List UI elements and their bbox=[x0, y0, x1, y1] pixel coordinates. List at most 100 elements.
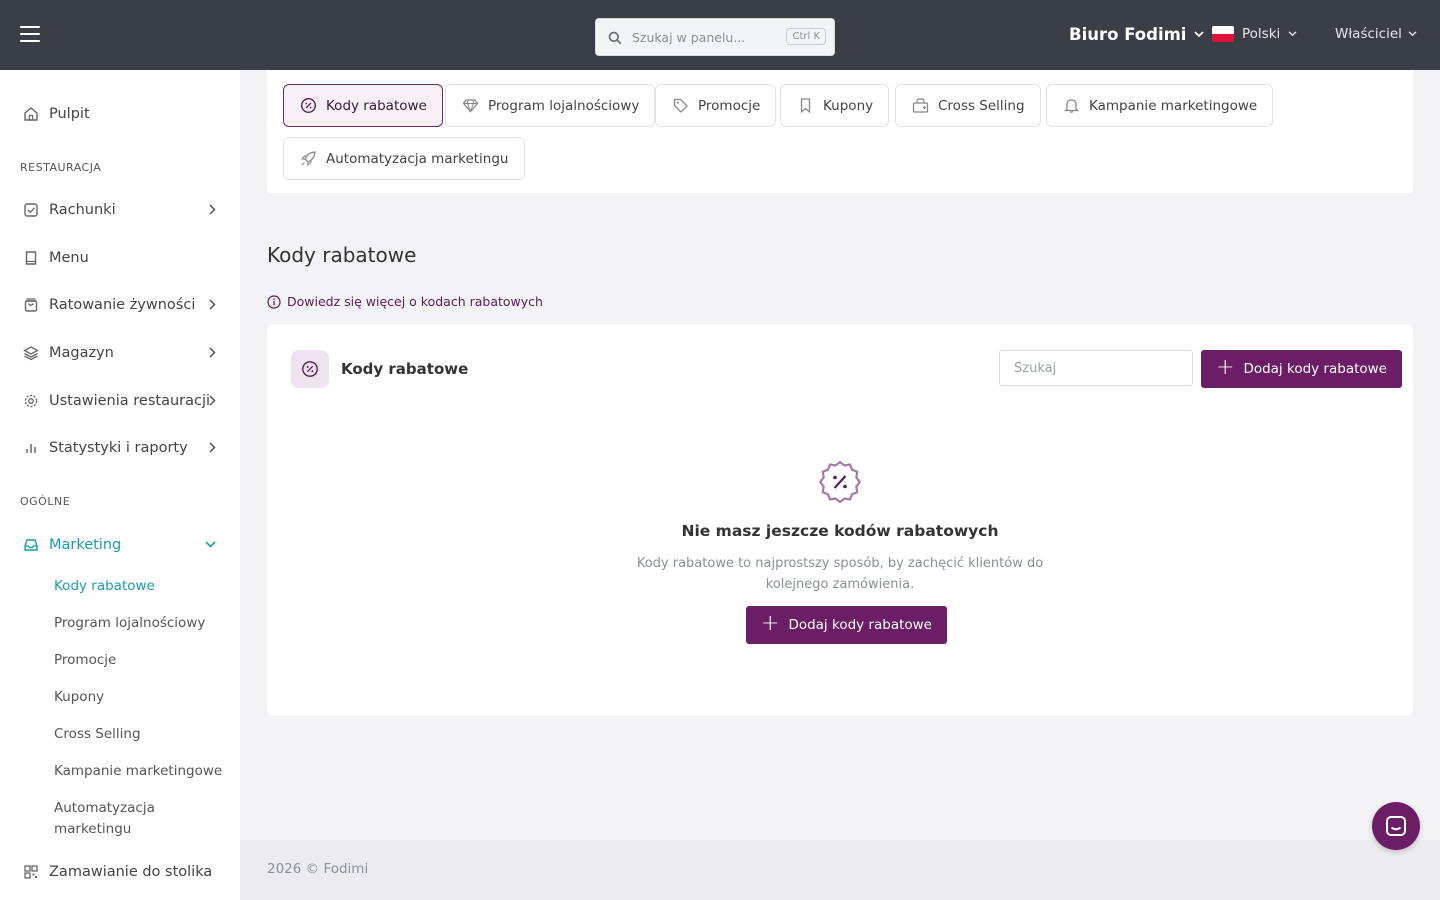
tab-promotions[interactable]: Promocje bbox=[655, 84, 777, 127]
poland-flag-icon bbox=[1212, 26, 1234, 42]
tab-label: Kupony bbox=[823, 97, 874, 114]
gear-icon bbox=[22, 392, 40, 410]
chevron-down-icon bbox=[1408, 31, 1417, 37]
tab-label: Kody rabatowe bbox=[326, 97, 427, 114]
chevron-right-icon bbox=[209, 204, 216, 215]
discount-codes-card: Kody rabatowe + Dodaj kody rabatowe Nie … bbox=[267, 325, 1413, 715]
bell-icon bbox=[1062, 97, 1080, 115]
basket-icon bbox=[911, 97, 929, 115]
plus-icon: + bbox=[1216, 355, 1235, 380]
section-restaurant: RESTAURACJA bbox=[20, 161, 102, 174]
home-icon bbox=[22, 105, 40, 123]
tab-label: Cross Selling bbox=[938, 97, 1025, 114]
tab-coupons[interactable]: Kupony bbox=[780, 84, 890, 127]
receipt-check-icon bbox=[22, 201, 40, 219]
empty-state-add-button[interactable]: + Dodaj kody rabatowe bbox=[746, 606, 947, 644]
footer: 2026 © Fodimi bbox=[240, 840, 1440, 900]
sidebar: Pulpit RESTAURACJA Rachunki Menu Ratowan… bbox=[0, 70, 240, 900]
page-title: Kody rabatowe bbox=[267, 243, 417, 267]
sidebar-item-label: Marketing bbox=[49, 537, 122, 553]
chevron-down-icon bbox=[1194, 31, 1205, 38]
tab-label: Kampanie marketingowe bbox=[1089, 97, 1258, 114]
sidebar-item-stats-reports[interactable]: Statystyki i raporty bbox=[22, 439, 218, 457]
tab-discount-codes[interactable]: Kody rabatowe bbox=[283, 84, 443, 127]
sidebar-item-label: Menu bbox=[49, 250, 89, 266]
language-label: Polski bbox=[1242, 26, 1281, 42]
sidebar-item-restaurant-settings[interactable]: Ustawienia restauracji bbox=[22, 392, 218, 410]
marketing-tabs-card: Kody rabatowe Program lojalnościowy Prom… bbox=[267, 70, 1413, 193]
tab-loyalty-program[interactable]: Program lojalnościowy bbox=[445, 84, 656, 127]
chevron-right-icon bbox=[209, 347, 216, 358]
button-label: Dodaj kody rabatowe bbox=[1243, 361, 1387, 377]
tab-marketing-campaigns[interactable]: Kampanie marketingowe bbox=[1046, 84, 1274, 127]
chevron-right-icon bbox=[209, 442, 216, 453]
learn-more-link[interactable]: Dowiedz się więcej o kodach rabatowych bbox=[267, 294, 543, 309]
plus-icon: + bbox=[761, 611, 780, 636]
sidebar-item-label: Ustawienia restauracji bbox=[49, 393, 211, 409]
sidebar-item-food-rescue[interactable]: Ratowanie żywności bbox=[22, 296, 218, 314]
chat-icon bbox=[1386, 816, 1406, 836]
sidebar-item-label: Zamawianie do stolika bbox=[49, 864, 213, 880]
sidebar-item-label: Pulpit bbox=[49, 106, 90, 122]
top-bar: Szukaj w panelu... Ctrl K Biuro Fodimi P… bbox=[0, 0, 1440, 70]
bar-chart-icon bbox=[22, 439, 40, 457]
empty-state-title: Nie masz jeszcze kodów rabatowych bbox=[681, 522, 999, 540]
search-icon bbox=[608, 31, 622, 45]
discount-codes-search-input[interactable] bbox=[999, 350, 1193, 386]
sidebar-subitem-cross-selling[interactable]: Cross Selling bbox=[54, 724, 141, 745]
shopping-bag-icon bbox=[22, 296, 40, 314]
tab-label: Automatyzacja marketingu bbox=[326, 150, 509, 167]
footer-copyright: 2026 © Fodimi bbox=[267, 861, 369, 877]
add-discount-codes-button[interactable]: + Dodaj kody rabatowe bbox=[1201, 350, 1402, 388]
tag-icon bbox=[671, 97, 689, 115]
sidebar-item-label: Rachunki bbox=[49, 202, 116, 218]
tab-marketing-automation[interactable]: Automatyzacja marketingu bbox=[283, 137, 525, 180]
qr-code-icon bbox=[22, 863, 40, 881]
discount-badge-icon bbox=[299, 97, 317, 115]
sidebar-item-dashboard[interactable]: Pulpit bbox=[22, 105, 218, 123]
sidebar-item-label: Statystyki i raporty bbox=[49, 440, 188, 456]
search-shortcut-badge: Ctrl K bbox=[786, 28, 826, 45]
inbox-icon bbox=[22, 536, 40, 554]
tab-label: Program lojalnościowy bbox=[488, 97, 640, 114]
card-title: Kody rabatowe bbox=[341, 360, 469, 378]
discount-badge-icon bbox=[819, 460, 861, 504]
sidebar-item-marketing[interactable]: Marketing bbox=[22, 536, 218, 554]
sidebar-item-warehouse[interactable]: Magazyn bbox=[22, 344, 218, 362]
bookmark-icon bbox=[796, 97, 814, 115]
sidebar-subitem-marketing-campaigns[interactable]: Kampanie marketingowe bbox=[54, 761, 222, 782]
layers-icon bbox=[22, 344, 40, 362]
sidebar-subitem-coupons[interactable]: Kupony bbox=[54, 687, 104, 708]
section-general: OGÓLNE bbox=[20, 495, 71, 508]
sidebar-item-label: Magazyn bbox=[49, 345, 114, 361]
chevron-right-icon bbox=[209, 299, 216, 310]
sidebar-item-label: Ratowanie żywności bbox=[49, 297, 196, 313]
language-selector[interactable]: Polski bbox=[1212, 26, 1297, 42]
tab-label: Promocje bbox=[698, 97, 761, 114]
sidebar-subitem-discount-codes[interactable]: Kody rabatowe bbox=[54, 576, 155, 597]
chevron-down-icon bbox=[205, 541, 216, 548]
info-icon bbox=[267, 294, 281, 309]
button-label: Dodaj kody rabatowe bbox=[788, 617, 932, 633]
chevron-right-icon bbox=[209, 395, 216, 406]
sidebar-item-table-ordering[interactable]: Zamawianie do stolika bbox=[22, 863, 218, 881]
chat-support-button[interactable] bbox=[1372, 802, 1420, 850]
search-placeholder: Szukaj w panelu... bbox=[632, 30, 746, 45]
sidebar-item-bills[interactable]: Rachunki bbox=[22, 201, 218, 219]
discount-badge-icon bbox=[291, 350, 329, 388]
tab-cross-selling[interactable]: Cross Selling bbox=[895, 84, 1041, 127]
learn-more-label: Dowiedz się więcej o kodach rabatowych bbox=[287, 294, 543, 309]
menu-toggle-icon[interactable] bbox=[20, 26, 40, 42]
user-role-menu[interactable]: Właściciel bbox=[1335, 26, 1417, 42]
sidebar-subitem-promotions[interactable]: Promocje bbox=[54, 650, 116, 671]
global-search-input[interactable]: Szukaj w panelu... Ctrl K bbox=[595, 18, 835, 56]
sidebar-item-menu[interactable]: Menu bbox=[22, 249, 218, 267]
rocket-icon bbox=[299, 150, 317, 168]
sidebar-subitem-loyalty-program[interactable]: Program lojalnościowy bbox=[54, 613, 205, 634]
book-icon bbox=[22, 249, 40, 267]
diamond-icon bbox=[461, 97, 479, 115]
role-label: Właściciel bbox=[1335, 26, 1402, 42]
sidebar-subitem-marketing-automation[interactable]: Automatyzacja marketingu bbox=[54, 798, 184, 840]
organization-selector[interactable]: Biuro Fodimi bbox=[1069, 25, 1205, 44]
chevron-down-icon bbox=[1288, 31, 1297, 37]
